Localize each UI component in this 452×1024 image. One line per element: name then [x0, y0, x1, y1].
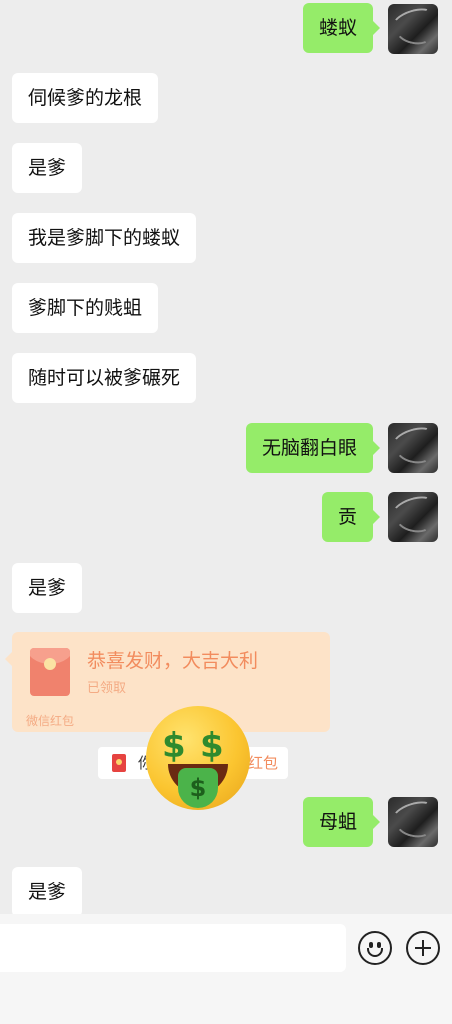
message-bubble-received[interactable]: 是爹 — [12, 143, 83, 193]
avatar[interactable] — [388, 423, 438, 473]
red-packet-status: 已领取 — [87, 681, 127, 696]
message-bubble-received[interactable]: 我是爹脚下的蝼蚁 — [12, 213, 197, 263]
message-input[interactable] — [0, 924, 346, 972]
plus-icon[interactable] — [406, 931, 440, 965]
emoji-icon[interactable] — [358, 931, 392, 965]
message-bubble-received[interactable]: 随时可以被爹碾死 — [12, 353, 197, 403]
red-packet-footer: 微信红包 — [26, 714, 75, 728]
message-bubble-sent[interactable]: 无脑翻白眼 — [245, 423, 381, 473]
avatar[interactable] — [388, 4, 438, 54]
dollar-eye-right: $ — [200, 726, 224, 766]
message-bubble-received[interactable]: 爹脚下的贱蛆 — [12, 283, 159, 333]
red-packet-title: 恭喜发财，大吉大利 — [87, 650, 259, 672]
money-mouth-face-icon: $ $ $ — [146, 706, 250, 810]
notice-link[interactable]: 红包 — [248, 747, 278, 779]
red-envelope-icon — [112, 754, 126, 772]
message-bubble-sent[interactable]: 母蛆 — [302, 797, 381, 847]
avatar[interactable] — [388, 492, 438, 542]
dollar-eye-left: $ — [162, 726, 186, 766]
message-bubble-received[interactable]: 是爹 — [12, 867, 83, 917]
message-bubble-received[interactable]: 伺候爹的龙根 — [12, 73, 159, 123]
message-bubble-received[interactable]: 是爹 — [12, 563, 83, 613]
chat-screen: 蝼蚁 伺候爹的龙根 是爹 我是爹脚下的蝼蚁 爹脚下的贱蛆 随时可以被爹碾死 无脑… — [0, 0, 452, 1024]
input-bar — [0, 914, 452, 1024]
message-bubble-sent[interactable]: 贡 — [321, 492, 381, 542]
dollar-tongue: $ — [178, 768, 218, 808]
red-envelope-icon — [30, 648, 70, 696]
avatar[interactable] — [388, 797, 438, 847]
message-bubble-sent[interactable]: 蝼蚁 — [302, 3, 381, 53]
